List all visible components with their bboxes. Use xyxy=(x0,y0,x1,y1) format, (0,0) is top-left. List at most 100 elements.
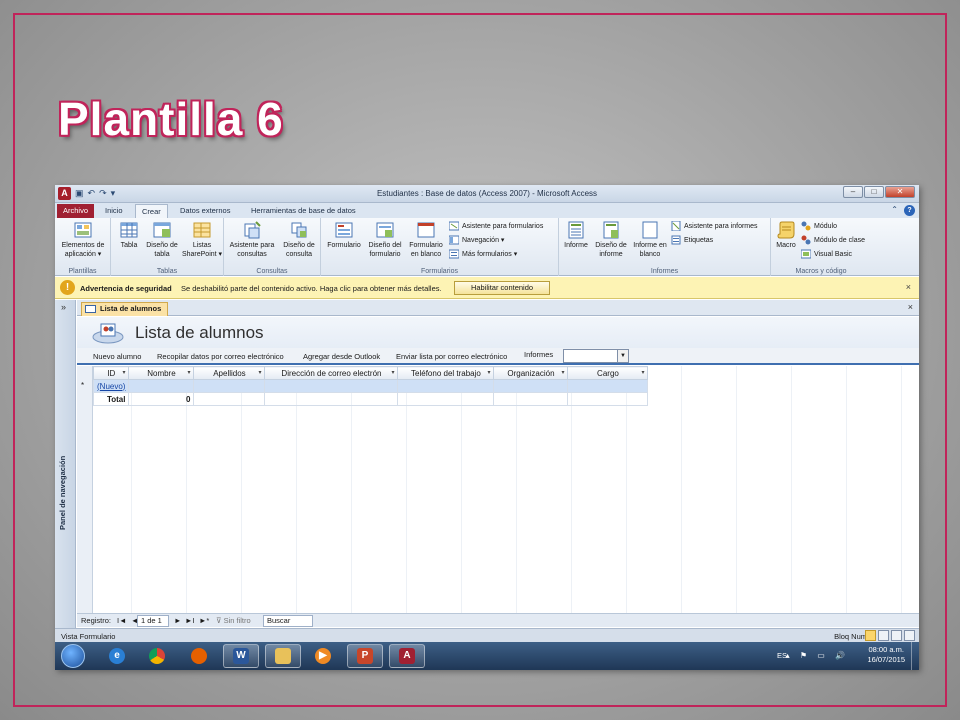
taskbar-chrome[interactable] xyxy=(139,644,175,668)
tab-datos-externos[interactable]: Datos externos xyxy=(174,204,236,218)
visual-basic-button[interactable]: Visual Basic xyxy=(801,249,852,259)
tab-herramientas[interactable]: Herramientas de base de datos xyxy=(245,204,362,218)
sharepoint-lists-button[interactable]: Listas SharePoint ▾ xyxy=(181,220,223,259)
table-cell[interactable] xyxy=(193,392,266,406)
report-button[interactable]: Informe xyxy=(561,220,591,251)
table-cell[interactable] xyxy=(193,379,266,393)
total-nombre[interactable]: 0 xyxy=(128,392,195,406)
tab-inicio[interactable]: Inicio xyxy=(99,204,129,218)
dropdown-arrow-icon[interactable]: ▼ xyxy=(617,350,628,362)
column-header-nombre[interactable]: Nombre ▾ xyxy=(128,366,195,380)
taskbar-media-player[interactable]: ▶ xyxy=(305,644,341,668)
tab-archivo[interactable]: Archivo xyxy=(57,204,95,218)
labels-button[interactable]: Etiquetas xyxy=(671,235,713,245)
taskbar-access[interactable]: A xyxy=(389,644,425,668)
group-label-informes: Informes xyxy=(650,268,679,275)
table-cell[interactable] xyxy=(567,392,649,406)
class-module-button[interactable]: Módulo de clase xyxy=(801,235,865,245)
collect-data-email-link[interactable]: Recopilar datos por correo electrónico xyxy=(157,352,284,361)
tab-crear[interactable]: Crear xyxy=(135,204,168,218)
table-cell[interactable] xyxy=(397,392,495,406)
clock[interactable]: 08:00 a.m. 16/07/2015 xyxy=(867,645,905,665)
report-design-button[interactable]: Diseño de informe xyxy=(592,220,630,259)
form-design-button[interactable]: Diseño del formulario xyxy=(365,220,405,259)
form-header: Lista de alumnos xyxy=(77,317,919,348)
view-status: Vista Formulario xyxy=(61,632,116,641)
table-cell[interactable] xyxy=(397,379,495,393)
blank-form-button[interactable]: Formulario en blanco xyxy=(406,220,446,259)
taskbar-firefox[interactable] xyxy=(181,644,217,668)
send-list-email-link[interactable]: Enviar lista por correo electrónico xyxy=(396,352,507,361)
group-label-consultas: Consultas xyxy=(256,268,288,275)
table-cell[interactable] xyxy=(264,379,399,393)
query-wizard-button[interactable]: Asistente para consultas xyxy=(227,220,277,259)
table-design-button[interactable]: Diseño de tabla xyxy=(144,220,180,259)
table-cell[interactable] xyxy=(493,392,569,406)
minimize-button[interactable]: – xyxy=(843,186,863,198)
column-header-id[interactable]: ID ▾ xyxy=(92,366,130,380)
taskbar-ie[interactable]: e xyxy=(99,644,135,668)
close-document-icon[interactable]: × xyxy=(908,302,913,312)
first-record-icon[interactable]: I◄ xyxy=(117,616,127,625)
query-design-button[interactable]: Diseño de consulta xyxy=(278,220,320,259)
column-header-correo[interactable]: Dirección de correo electrón ▾ xyxy=(264,366,399,380)
maximize-button[interactable]: □ xyxy=(864,186,884,198)
document-tab[interactable]: Lista de alumnos xyxy=(81,302,169,316)
column-header-apellidos[interactable]: Apellidos ▾ xyxy=(193,366,266,380)
form-wizard-button[interactable]: Asistente para formularios xyxy=(449,221,543,231)
expand-nav-icon[interactable]: » xyxy=(61,302,66,312)
close-warning-icon[interactable]: × xyxy=(906,282,911,292)
enable-content-button[interactable]: Habilitar contenido xyxy=(454,281,550,295)
security-message[interactable]: Se deshabilitó parte del contenido activ… xyxy=(181,284,442,293)
new-record-id[interactable]: (Nuevo) xyxy=(92,379,130,393)
group-label-formularios: Formularios xyxy=(421,268,458,275)
form-icon xyxy=(335,222,353,238)
help-icon[interactable]: ? xyxy=(904,205,915,216)
security-warning-bar: ! Advertencia de seguridad Se deshabilit… xyxy=(55,277,919,299)
form-command-bar: Nuevo alumno Recopilar datos por correo … xyxy=(77,348,919,365)
blank-report-button[interactable]: Informe en blanco xyxy=(631,220,669,259)
students-table: ID ▾ Nombre ▾ Apellidos ▾ Dirección de corr… xyxy=(92,366,649,406)
more-forms-button[interactable]: Más formularios ▾ xyxy=(449,249,517,259)
tabla-button[interactable]: Tabla xyxy=(115,220,143,251)
navigation-button[interactable]: Navegación ▾ xyxy=(449,235,504,245)
start-button-icon[interactable] xyxy=(61,644,85,668)
column-header-cargo[interactable]: Cargo ▾ xyxy=(567,366,649,380)
new-record-row[interactable]: (Nuevo) xyxy=(92,379,649,393)
add-from-outlook-link[interactable]: Agregar desde Outlook xyxy=(303,352,380,361)
reports-combo[interactable]: ▼ xyxy=(563,349,629,363)
record-selector-column[interactable] xyxy=(77,366,93,613)
navigation-pane[interactable]: » Panel de navegación xyxy=(55,300,76,630)
last-record-icon[interactable]: ►I xyxy=(185,616,195,625)
tray-icons[interactable]: ▴ ⚑ ▭ 🔊 xyxy=(786,651,849,660)
column-header-organizacion[interactable]: Organización ▾ xyxy=(493,366,569,380)
application-parts-button[interactable]: Elementos de aplicación ▾ xyxy=(58,220,108,259)
table-cell[interactable] xyxy=(567,379,649,393)
filter-indicator[interactable]: ⊽ Sin filtro xyxy=(216,616,251,625)
datasheet-view-icon[interactable] xyxy=(904,630,915,641)
next-record-icon[interactable]: ► xyxy=(174,616,181,625)
datasheet: * ID ▾ Nombre ▾ Apellidos ▾ Dirección de co… xyxy=(77,366,919,613)
new-record-icon[interactable]: ►* xyxy=(199,616,209,625)
form-button[interactable]: Formulario xyxy=(324,220,364,251)
record-position-field[interactable]: 1 de 1 xyxy=(137,615,169,627)
module-button[interactable]: Módulo xyxy=(801,221,837,231)
table-cell[interactable] xyxy=(128,379,195,393)
taskbar-powerpoint[interactable]: P xyxy=(347,644,383,668)
taskbar-word[interactable]: W xyxy=(223,644,259,668)
design-view-icon[interactable] xyxy=(891,630,902,641)
table-cell[interactable] xyxy=(493,379,569,393)
column-header-telefono[interactable]: Teléfono del trabajo ▾ xyxy=(397,366,495,380)
layout-view-icon[interactable] xyxy=(878,630,889,641)
view-switcher xyxy=(865,630,915,641)
macro-button[interactable]: Macro xyxy=(773,220,799,251)
form-view-icon[interactable] xyxy=(865,630,876,641)
minimize-ribbon-icon[interactable]: ⌃ xyxy=(891,205,898,216)
search-input[interactable]: Buscar xyxy=(263,615,313,627)
taskbar-explorer[interactable] xyxy=(265,644,301,668)
table-cell[interactable] xyxy=(264,392,399,406)
close-button[interactable]: ✕ xyxy=(885,186,915,198)
report-wizard-button[interactable]: Asistente para informes xyxy=(671,221,758,231)
new-student-link[interactable]: Nuevo alumno xyxy=(93,352,141,361)
show-desktop-button[interactable] xyxy=(911,642,919,670)
